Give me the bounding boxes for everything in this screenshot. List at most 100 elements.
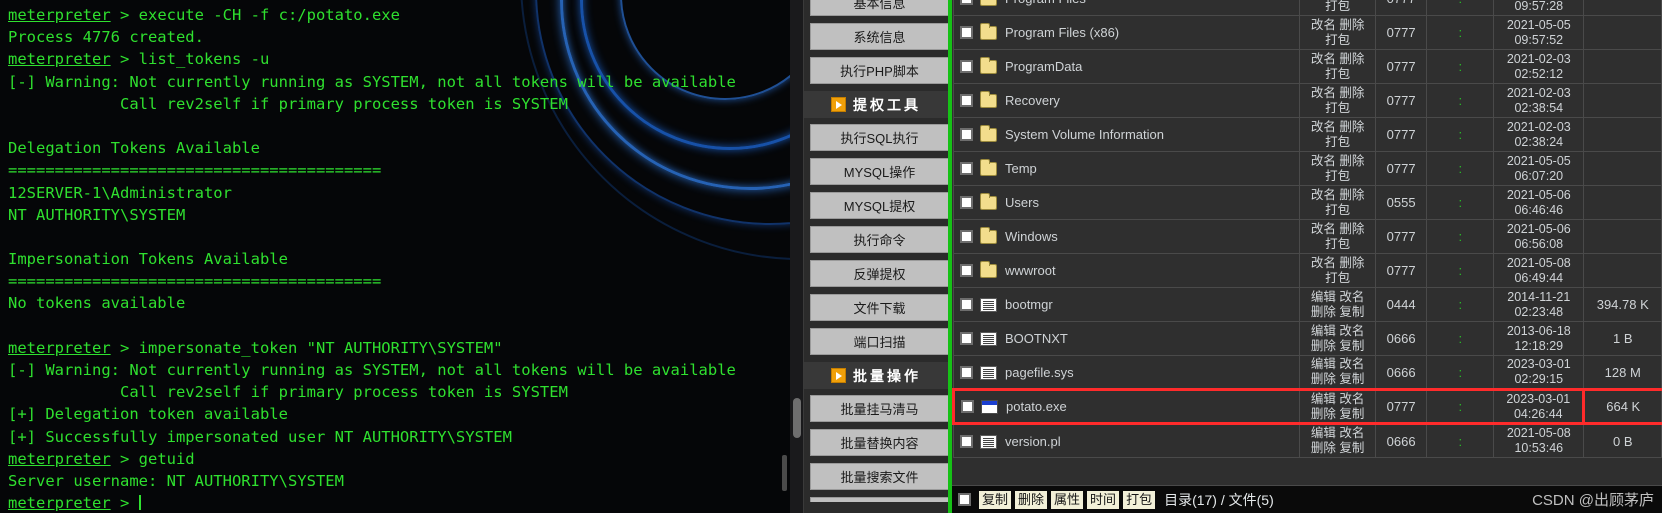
sidebar-item-10[interactable]: 端口扫描: [810, 328, 948, 355]
file-permission-cell[interactable]: 0777: [1374, 83, 1428, 118]
sidebar-item-13[interactable]: 批量替换内容: [810, 429, 948, 456]
row-checkbox[interactable]: [960, 60, 973, 73]
row-checkbox[interactable]: [960, 94, 973, 107]
file-name-link[interactable]: potato.exe: [1006, 399, 1067, 414]
sidebar-item-4[interactable]: 执行SQL执行: [810, 124, 948, 151]
status-button-0[interactable]: 复制: [979, 490, 1012, 509]
file-actions-cell[interactable]: 改名 删除 打包: [1299, 219, 1376, 254]
file-permission-cell[interactable]: 0666: [1374, 321, 1428, 356]
file-name-link[interactable]: BOOTNXT: [1005, 331, 1068, 346]
file-name-link[interactable]: version.pl: [1005, 434, 1061, 449]
file-permission-cell[interactable]: 0666: [1374, 423, 1428, 458]
sidebar-section-3[interactable]: 提权工具: [804, 91, 948, 118]
file-actions-cell[interactable]: 改名 删除 打包: [1299, 0, 1376, 16]
file-actions-cell[interactable]: 改名 删除 打包: [1299, 117, 1376, 152]
table-row[interactable]: bootmgr 编辑 改名 删除 复制 0444:2014-11-21 02:23:…: [952, 287, 1662, 322]
row-checkbox[interactable]: [960, 298, 973, 311]
file-permission-cell[interactable]: 0666: [1374, 355, 1428, 390]
row-checkbox[interactable]: [960, 434, 973, 448]
file-actions-cell[interactable]: 改名 删除 打包: [1299, 15, 1376, 50]
table-row[interactable]: Recovery 改名 删除 打包 0777:2021-02-03 02:38:54: [952, 83, 1662, 118]
row-checkbox[interactable]: [961, 400, 974, 413]
row-checkbox[interactable]: [960, 365, 973, 379]
sidebar-scrollbar-thumb[interactable]: [793, 398, 801, 438]
file-permission-cell[interactable]: 0777: [1374, 219, 1428, 254]
file-permission-cell[interactable]: 0777: [1374, 117, 1428, 152]
table-row[interactable]: ProgramData 改名 删除 打包 0777:2021-02-03 02:52…: [952, 49, 1662, 84]
select-all-checkbox[interactable]: [958, 493, 971, 506]
file-permission-cell[interactable]: 0777: [1374, 388, 1428, 425]
table-row[interactable]: Temp 改名 删除 打包 0777:2021-05-05 06:07:20: [952, 151, 1662, 186]
file-name-link[interactable]: wwwroot: [1005, 263, 1056, 278]
file-name-cell: Users: [952, 185, 1301, 220]
sidebar-item-2[interactable]: 执行PHP脚本: [810, 57, 948, 84]
sidebar-item-9[interactable]: 文件下载: [810, 294, 948, 321]
sidebar-item-5[interactable]: MYSQL操作: [810, 158, 948, 185]
file-permission-cell[interactable]: 0777: [1374, 15, 1428, 50]
file-permission-cell[interactable]: 0777: [1374, 253, 1428, 288]
sidebar-item-12[interactable]: 批量挂马清马: [810, 395, 948, 422]
row-checkbox[interactable]: [960, 230, 973, 243]
table-row[interactable]: Users 改名 删除 打包 0555:2021-05-06 06:46:46: [952, 185, 1662, 220]
table-row[interactable]: System Volume Information 改名 删除 打包 0777:20…: [952, 117, 1662, 152]
file-permission-cell[interactable]: 0777: [1374, 151, 1428, 186]
file-name-link[interactable]: Program Files: [1005, 0, 1086, 6]
table-row[interactable]: version.pl 编辑 改名 删除 复制 0666:2021-05-08 10:…: [952, 423, 1662, 458]
terminal-pane[interactable]: meterpreter > execute -CH -f c:/potato.e…: [0, 0, 790, 513]
row-checkbox[interactable]: [960, 162, 973, 175]
file-actions-cell[interactable]: 改名 删除 打包: [1299, 185, 1376, 220]
file-name-link[interactable]: Temp: [1005, 161, 1037, 176]
sidebar-item-15[interactable]: 批量查找木马: [810, 497, 948, 502]
file-time-cell: 2021-05-05 09:57:52: [1493, 15, 1585, 50]
sidebar-section-11[interactable]: 批量操作: [804, 362, 948, 389]
sidebar-item-8[interactable]: 反弹提权: [810, 260, 948, 287]
terminal-scrollbar[interactable]: [782, 0, 787, 513]
file-name-link[interactable]: pagefile.sys: [1005, 365, 1074, 380]
row-checkbox[interactable]: [960, 332, 973, 345]
sidebar-item-1[interactable]: 系统信息: [810, 23, 948, 50]
table-row[interactable]: potato.exe 编辑 改名 删除 复制 0777:2023-03-01 04:…: [952, 388, 1662, 425]
file-permission-cell[interactable]: 0777: [1374, 0, 1428, 16]
sidebar-item-0[interactable]: 基本信息: [810, 0, 948, 16]
table-row[interactable]: wwwroot 改名 删除 打包 0777:2021-05-08 06:49:44: [952, 253, 1662, 288]
table-row[interactable]: pagefile.sys 编辑 改名 删除 复制 0666:2023-03-01 0…: [952, 355, 1662, 390]
file-actions-cell[interactable]: 改名 删除 打包: [1299, 83, 1376, 118]
file-actions-cell[interactable]: 改名 删除 打包: [1299, 253, 1376, 288]
file-permission-cell[interactable]: 0777: [1374, 49, 1428, 84]
file-name-link[interactable]: bootmgr: [1005, 297, 1053, 312]
sidebar-scrollbar[interactable]: [790, 0, 804, 513]
row-checkbox[interactable]: [960, 264, 973, 277]
terminal-scrollbar-thumb[interactable]: [782, 455, 787, 491]
sidebar-item-6[interactable]: MYSQL提权: [810, 192, 948, 219]
status-button-1[interactable]: 删除: [1015, 490, 1048, 509]
file-actions-cell[interactable]: 编辑 改名 删除 复制: [1299, 423, 1376, 458]
file-name-link[interactable]: Users: [1005, 195, 1039, 210]
row-checkbox[interactable]: [960, 196, 973, 209]
file-actions-cell[interactable]: 编辑 改名 删除 复制: [1299, 388, 1376, 425]
row-checkbox[interactable]: [960, 0, 973, 5]
file-name-link[interactable]: System Volume Information: [1005, 127, 1164, 142]
file-actions-cell[interactable]: 编辑 改名 删除 复制: [1299, 287, 1376, 322]
file-actions-cell[interactable]: 改名 删除 打包: [1299, 151, 1376, 186]
file-actions-cell[interactable]: 编辑 改名 删除 复制: [1299, 355, 1376, 390]
file-actions-cell[interactable]: 改名 删除 打包: [1299, 49, 1376, 84]
sidebar-item-7[interactable]: 执行命令: [810, 226, 948, 253]
status-button-4[interactable]: 打包: [1123, 490, 1156, 509]
file-name-link[interactable]: Program Files (x86): [1005, 25, 1119, 40]
file-time-cell: 2013-06-18 12:18:29: [1493, 321, 1585, 356]
table-row[interactable]: Program Files 改名 删除 打包0777:2021-05-05 09:…: [952, 0, 1662, 16]
file-name-link[interactable]: Windows: [1005, 229, 1058, 244]
table-row[interactable]: Windows 改名 删除 打包 0777:2021-05-06 06:56:08: [952, 219, 1662, 254]
file-name-link[interactable]: ProgramData: [1005, 59, 1082, 74]
row-checkbox[interactable]: [960, 26, 973, 39]
row-checkbox[interactable]: [960, 128, 973, 141]
table-row[interactable]: Program Files (x86) 改名 删除 打包 0777:2021-05-…: [952, 15, 1662, 50]
file-actions-cell[interactable]: 编辑 改名 删除 复制: [1299, 321, 1376, 356]
file-name-link[interactable]: Recovery: [1005, 93, 1060, 108]
file-permission-cell[interactable]: 0555: [1374, 185, 1428, 220]
table-row[interactable]: BOOTNXT 编辑 改名 删除 复制 0666:2013-06-18 12:18:…: [952, 321, 1662, 356]
sidebar-item-14[interactable]: 批量搜索文件: [810, 463, 948, 490]
status-button-2[interactable]: 属性: [1051, 490, 1084, 509]
status-button-3[interactable]: 时间: [1087, 490, 1120, 509]
file-permission-cell[interactable]: 0444: [1374, 287, 1428, 322]
